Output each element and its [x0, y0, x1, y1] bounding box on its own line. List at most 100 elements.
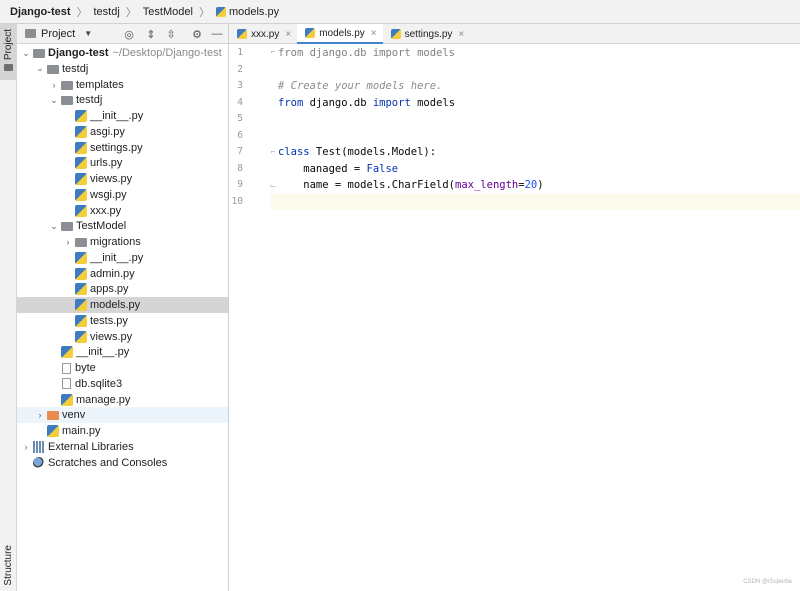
python-file-icon	[75, 204, 87, 217]
code-token: django.db	[303, 96, 373, 109]
project-view-selector[interactable]: Project	[41, 28, 75, 40]
python-file-icon	[75, 188, 87, 201]
python-file-icon	[75, 141, 87, 154]
tree-item-migrations[interactable]: › migrations	[17, 234, 228, 250]
breadcrumb-file-label: models.py	[228, 5, 280, 18]
code-line[interactable]: from django.db import models	[278, 95, 455, 111]
tree-item-path: ~/Desktop/Django-test	[112, 47, 222, 59]
tree-item-testmodel[interactable]: ⌄ TestModel	[17, 218, 228, 234]
code-line[interactable]: # Create your models here.	[278, 78, 442, 94]
tree-item-testdj[interactable]: ⌄ testdj	[17, 92, 228, 108]
tree-item-manage-py[interactable]: manage.py	[17, 392, 228, 408]
line-number: 8	[237, 162, 243, 174]
code-token: from	[278, 96, 304, 109]
python-file-icon	[47, 425, 59, 437]
chevron-down-icon[interactable]: ⌄	[35, 61, 45, 77]
chevron-down-icon[interactable]: ⌄	[49, 92, 59, 108]
chevron-right-icon[interactable]: ›	[35, 407, 45, 423]
chevron-down-icon[interactable]: ▼	[84, 29, 92, 38]
line-number: 5	[237, 113, 243, 124]
tree-item-label: wsgi.py	[90, 188, 127, 201]
breadcrumb-item-models[interactable]: models.py	[215, 5, 280, 18]
code-line[interactable]: name = models.CharField(max_length=20)	[278, 177, 543, 193]
tree-item-label: __init__.py	[76, 346, 130, 359]
tree-item-views-py[interactable]: views.py	[17, 171, 228, 187]
chevron-right-icon[interactable]: ›	[21, 439, 31, 455]
project-panel-toolbar: Project ▼ ◎ ⇕ ⇳ ⚙ —	[17, 24, 228, 44]
line-number: 6	[237, 129, 243, 141]
tree-item-label: urls.py	[90, 157, 123, 170]
close-icon[interactable]: ×	[371, 28, 377, 39]
tree-item-label: External Libraries	[48, 440, 134, 453]
tree-item-models-py[interactable]: models.py	[17, 297, 228, 313]
chevron-right-icon[interactable]: ›	[49, 77, 59, 93]
fold-marker-icon[interactable]: ⌐	[269, 44, 277, 60]
tab-settings-py[interactable]: settings.py ×	[383, 24, 471, 44]
tree-item-byte[interactable]: byte	[17, 360, 228, 376]
tab-models-py[interactable]: models.py ×	[297, 24, 383, 44]
tree-item-label: apps.py	[90, 283, 129, 296]
fold-marker-icon[interactable]: ⌙	[269, 178, 277, 194]
tree-item-urls-py[interactable]: urls.py	[17, 155, 228, 171]
code-editor[interactable]: 1 2 3 4 5 6 7 8 9 10 from django.db import models…	[229, 44, 800, 591]
scratches-icon	[33, 456, 45, 469]
breadcrumb-item-testmodel[interactable]: TestModel	[143, 6, 193, 18]
gear-icon[interactable]: ⚙	[189, 26, 205, 42]
tree-item-tests-py[interactable]: tests.py	[17, 313, 228, 329]
tree-item-wsgi-py[interactable]: wsgi.py	[17, 187, 228, 203]
tree-item-main-py[interactable]: main.py	[17, 423, 228, 439]
code-line[interactable]: from django.db import models	[278, 45, 455, 61]
tree-item-init-py[interactable]: __init__.py	[17, 250, 228, 266]
code-token: Test(models.Model):	[309, 146, 437, 158]
close-icon[interactable]: ×	[285, 29, 291, 40]
tree-item-label: views.py	[90, 330, 133, 343]
breadcrumb-item-testdj[interactable]: testdj	[94, 6, 120, 18]
code-token: models	[410, 96, 456, 109]
python-file-icon	[75, 251, 87, 264]
close-icon[interactable]: ×	[458, 29, 464, 40]
chevron-down-icon[interactable]: ⌄	[49, 218, 59, 234]
tree-item-label: migrations	[90, 236, 141, 248]
project-tool-tab[interactable]: Project	[0, 24, 17, 80]
tree-item-init-py[interactable]: __init__.py	[17, 108, 228, 124]
breadcrumb-item-project[interactable]: Django-test	[10, 6, 71, 18]
fold-marker-icon[interactable]: ⌐	[269, 144, 277, 160]
tab-xxx-py[interactable]: xxx.py ×	[229, 24, 297, 44]
chevron-down-icon[interactable]: ⌄	[21, 45, 31, 61]
folder-icon	[61, 222, 73, 232]
tree-item-init-py[interactable]: __init__.py	[17, 344, 228, 360]
tree-item-scratches-and-consoles[interactable]: Scratches and Consoles	[17, 455, 228, 471]
chevron-right-icon[interactable]: ›	[63, 234, 73, 250]
tree-item-label: tests.py	[90, 314, 128, 327]
tree-item-settings-py[interactable]: settings.py	[17, 140, 228, 156]
tree-item-label: settings.py	[90, 141, 143, 154]
code-token: managed =	[278, 162, 367, 175]
hide-icon[interactable]: —	[209, 26, 225, 42]
collapse-all-icon[interactable]: ⇳	[163, 26, 179, 42]
tree-item-admin-py[interactable]: admin.py	[17, 266, 228, 282]
tree-item-xxx-py[interactable]: xxx.py	[17, 203, 228, 219]
tree-item-asgi-py[interactable]: asgi.py	[17, 124, 228, 140]
line-number: 4	[237, 96, 243, 108]
line-number: 1	[237, 47, 243, 58]
tree-item-external-libraries[interactable]: › External Libraries	[17, 439, 228, 455]
code-line[interactable]: class Test(models.Model):	[278, 144, 436, 160]
tree-item-views-py[interactable]: views.py	[17, 329, 228, 345]
tree-item-templates[interactable]: › templates	[17, 77, 228, 93]
tree-item-label: xxx.py	[90, 204, 122, 217]
tree-item-testdj[interactable]: ⌄ testdj	[17, 61, 228, 77]
python-file-icon	[75, 267, 87, 280]
expand-all-icon[interactable]: ⇕	[143, 26, 159, 42]
code-line[interactable]: managed = False	[278, 161, 398, 177]
locate-icon[interactable]: ◎	[121, 26, 137, 42]
structure-tool-tab[interactable]: Structure	[0, 539, 17, 591]
tree-item-django-test[interactable]: ⌄ Django-test ~/Desktop/Django-test	[17, 45, 228, 61]
tree-item-db-sqlite3[interactable]: db.sqlite3	[17, 376, 228, 392]
tree-item-apps-py[interactable]: apps.py	[17, 281, 228, 297]
tree-item-venv[interactable]: › venv	[17, 407, 228, 424]
tree-item-label: Django-test	[48, 47, 109, 59]
